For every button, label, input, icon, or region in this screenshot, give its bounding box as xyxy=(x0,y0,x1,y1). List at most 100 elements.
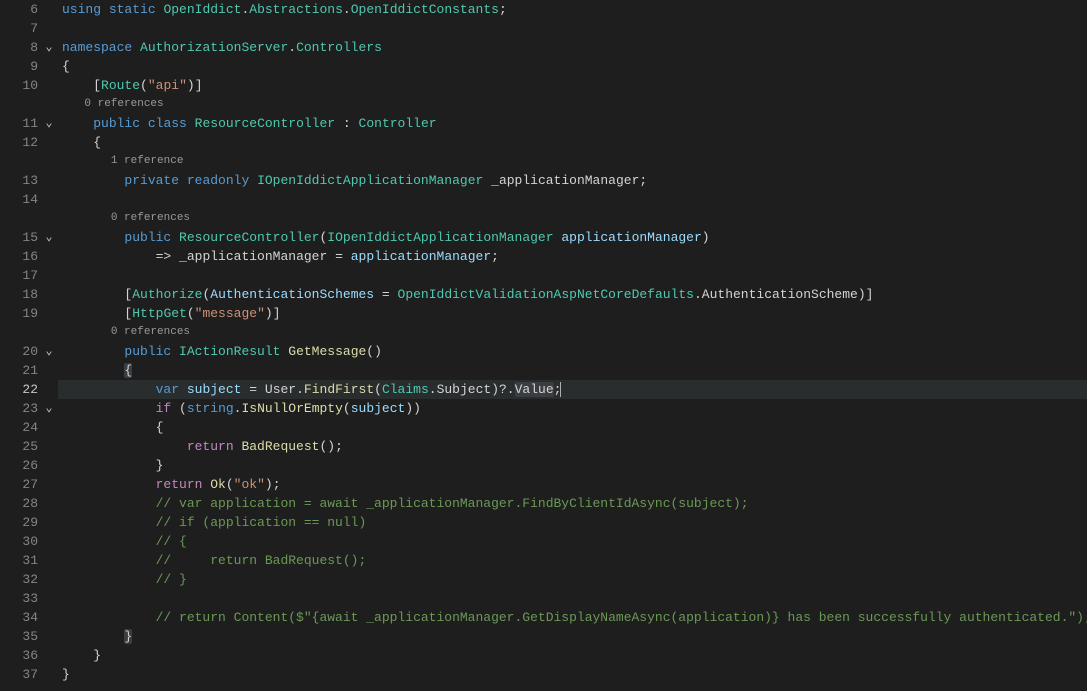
fold-icon[interactable]: ⌄ xyxy=(40,342,58,361)
line-number: 15 xyxy=(2,228,40,247)
fold-icon[interactable]: ⌄ xyxy=(40,399,58,418)
code-line[interactable] xyxy=(58,190,1087,209)
fold-icon[interactable] xyxy=(40,171,58,190)
line-number: 35 xyxy=(2,627,40,646)
line-number: 31 xyxy=(2,551,40,570)
fold-icon[interactable] xyxy=(40,475,58,494)
fold-icon[interactable] xyxy=(40,133,58,152)
fold-icon[interactable] xyxy=(40,437,58,456)
line-number: 25 xyxy=(2,437,40,456)
line-number: 7 xyxy=(2,19,40,38)
fold-icon[interactable] xyxy=(40,627,58,646)
line-number: 20 xyxy=(2,342,40,361)
fold-icon[interactable] xyxy=(40,323,58,342)
code-line[interactable]: return BadRequest(); xyxy=(58,437,1087,456)
code-line[interactable]: { xyxy=(58,418,1087,437)
fold-icon[interactable] xyxy=(40,532,58,551)
code-line[interactable] xyxy=(58,19,1087,38)
codelens[interactable]: 1 reference xyxy=(58,152,1087,171)
fold-icon[interactable] xyxy=(40,0,58,19)
line-number: 30 xyxy=(2,532,40,551)
fold-icon[interactable] xyxy=(40,494,58,513)
code-line[interactable]: } xyxy=(58,646,1087,665)
fold-icon[interactable] xyxy=(40,418,58,437)
code-line[interactable] xyxy=(58,589,1087,608)
code-editor[interactable]: 6 7 8⌄ 9 10 11⌄ 12 13 14 15⌄ 16 17 18 19… xyxy=(0,0,1087,691)
line-number: 26 xyxy=(2,456,40,475)
fold-icon[interactable] xyxy=(40,456,58,475)
line-number: 22 xyxy=(2,380,40,399)
code-line[interactable]: } xyxy=(58,627,1087,646)
codelens[interactable]: 0 references xyxy=(58,95,1087,114)
fold-icon[interactable] xyxy=(40,152,58,171)
fold-icon[interactable] xyxy=(40,380,58,399)
fold-icon[interactable] xyxy=(40,285,58,304)
fold-icon[interactable] xyxy=(40,608,58,627)
line-number: 36 xyxy=(2,646,40,665)
fold-icon[interactable] xyxy=(40,247,58,266)
fold-icon[interactable] xyxy=(40,304,58,323)
code-line[interactable]: namespace AuthorizationServer.Controller… xyxy=(58,38,1087,57)
line-number: 24 xyxy=(2,418,40,437)
fold-icon[interactable]: ⌄ xyxy=(40,114,58,133)
line-number: 21 xyxy=(2,361,40,380)
code-line[interactable]: // var application = await _applicationM… xyxy=(58,494,1087,513)
line-number: 16 xyxy=(2,247,40,266)
fold-icon[interactable] xyxy=(40,57,58,76)
codelens[interactable]: 0 references xyxy=(58,209,1087,228)
line-number: 10 xyxy=(2,76,40,95)
line-number: 33 xyxy=(2,589,40,608)
fold-icon[interactable]: ⌄ xyxy=(40,228,58,247)
code-line[interactable]: // { xyxy=(58,532,1087,551)
code-line[interactable]: [HttpGet("message")] xyxy=(58,304,1087,323)
code-line[interactable]: public class ResourceController : Contro… xyxy=(58,114,1087,133)
line-number: 28 xyxy=(2,494,40,513)
code-line[interactable]: } xyxy=(58,456,1087,475)
fold-icon[interactable] xyxy=(40,665,58,684)
line-number: 27 xyxy=(2,475,40,494)
code-line[interactable]: // return Content($"{await _applicationM… xyxy=(58,608,1087,627)
code-line[interactable]: [Authorize(AuthenticationSchemes = OpenI… xyxy=(58,285,1087,304)
fold-icon[interactable] xyxy=(40,76,58,95)
line-number: 12 xyxy=(2,133,40,152)
line-number: 23 xyxy=(2,399,40,418)
line-number: 29 xyxy=(2,513,40,532)
fold-icon[interactable] xyxy=(40,361,58,380)
code-line[interactable]: { xyxy=(58,361,1087,380)
code-line[interactable]: { xyxy=(58,133,1087,152)
fold-icon[interactable] xyxy=(40,513,58,532)
fold-icon[interactable] xyxy=(40,589,58,608)
code-line[interactable]: { xyxy=(58,57,1087,76)
line-number: 14 xyxy=(2,190,40,209)
code-line[interactable]: if (string.IsNullOrEmpty(subject)) xyxy=(58,399,1087,418)
fold-icon[interactable] xyxy=(40,190,58,209)
fold-icon[interactable] xyxy=(40,570,58,589)
code-line[interactable]: // } xyxy=(58,570,1087,589)
code-line[interactable] xyxy=(58,266,1087,285)
code-line[interactable]: private readonly IOpenIddictApplicationM… xyxy=(58,171,1087,190)
code-line[interactable]: } xyxy=(58,665,1087,684)
fold-icon[interactable] xyxy=(40,551,58,570)
fold-icon[interactable] xyxy=(40,266,58,285)
code-area[interactable]: using static OpenIddict.Abstractions.Ope… xyxy=(58,0,1087,691)
code-line[interactable]: return Ok("ok"); xyxy=(58,475,1087,494)
code-line[interactable]: public ResourceController(IOpenIddictApp… xyxy=(58,228,1087,247)
code-line[interactable]: [Route("api")] xyxy=(58,76,1087,95)
line-number: 9 xyxy=(2,57,40,76)
gutter: 6 7 8⌄ 9 10 11⌄ 12 13 14 15⌄ 16 17 18 19… xyxy=(0,0,58,691)
fold-icon[interactable] xyxy=(40,19,58,38)
code-line[interactable]: => _applicationManager = applicationMana… xyxy=(58,247,1087,266)
fold-icon[interactable] xyxy=(40,209,58,228)
fold-icon[interactable] xyxy=(40,646,58,665)
code-line-current[interactable]: var subject = User.FindFirst(Claims.Subj… xyxy=(58,380,1087,399)
text-cursor xyxy=(560,382,561,397)
codelens[interactable]: 0 references xyxy=(58,323,1087,342)
line-number: 18 xyxy=(2,285,40,304)
code-line[interactable]: // if (application == null) xyxy=(58,513,1087,532)
fold-icon[interactable]: ⌄ xyxy=(40,38,58,57)
code-line[interactable]: public IActionResult GetMessage() xyxy=(58,342,1087,361)
line-number: 11 xyxy=(2,114,40,133)
fold-icon[interactable] xyxy=(40,95,58,114)
code-line[interactable]: // return BadRequest(); xyxy=(58,551,1087,570)
code-line[interactable]: using static OpenIddict.Abstractions.Ope… xyxy=(58,0,1087,19)
